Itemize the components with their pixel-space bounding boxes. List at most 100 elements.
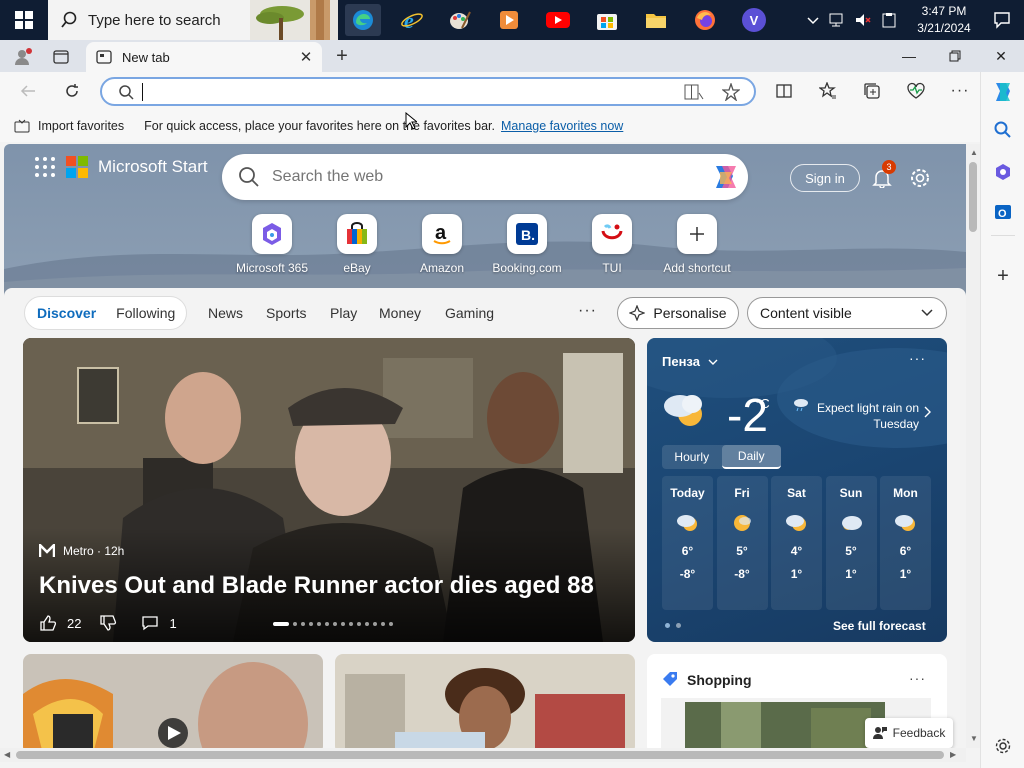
carousel-dot[interactable] bbox=[341, 622, 345, 626]
refresh-button[interactable] bbox=[58, 77, 86, 105]
nav-play[interactable]: Play bbox=[330, 305, 357, 321]
taskbar-file-explorer[interactable] bbox=[638, 4, 674, 36]
scroll-left-arrow-icon[interactable]: ◀ bbox=[4, 750, 10, 759]
shortcut-booking[interactable]: B. Booking.com bbox=[484, 214, 570, 275]
horizontal-scroll-thumb[interactable] bbox=[16, 751, 944, 759]
sidebar-add-button[interactable]: + bbox=[981, 256, 1024, 296]
personalise-button[interactable]: Personalise bbox=[617, 297, 739, 329]
content-visibility-select[interactable]: Content visible bbox=[747, 297, 947, 329]
taskbar-profile[interactable]: V bbox=[736, 4, 772, 36]
hero-news-card[interactable]: Metro · 12h Knives Out and Blade Runner … bbox=[23, 338, 635, 642]
weather-forecast-note[interactable]: Expect light rain on Tuesday bbox=[793, 400, 919, 432]
start-button[interactable] bbox=[0, 0, 48, 40]
tab-following[interactable]: Following bbox=[116, 305, 175, 321]
add-shortcut-button[interactable]: Add shortcut bbox=[654, 214, 740, 275]
carousel-dot[interactable] bbox=[389, 622, 393, 626]
weather-location[interactable]: Пенза bbox=[662, 354, 718, 369]
feedback-button[interactable]: Feedback bbox=[865, 718, 953, 748]
carousel-indicator[interactable] bbox=[273, 622, 393, 626]
volume-muted-icon[interactable] bbox=[854, 12, 872, 28]
weather-day-mon[interactable]: Mon 6° 1° bbox=[880, 476, 931, 610]
address-bar[interactable] bbox=[100, 77, 756, 106]
import-favorites-button[interactable]: Import favorites bbox=[14, 119, 124, 133]
taskbar-store[interactable] bbox=[589, 4, 625, 36]
vertical-scrollbar[interactable]: ▲ ▼ bbox=[966, 144, 980, 748]
app-launcher-icon[interactable] bbox=[34, 156, 56, 178]
sidebar-outlook-button[interactable]: O bbox=[981, 192, 1024, 232]
close-window-button[interactable]: ✕ bbox=[978, 40, 1024, 72]
taskbar-paint[interactable] bbox=[442, 4, 478, 36]
news-card-photo-2[interactable] bbox=[335, 654, 635, 748]
carousel-dot[interactable] bbox=[357, 622, 361, 626]
vertical-scroll-thumb[interactable] bbox=[969, 162, 977, 232]
sidebar-search-button[interactable] bbox=[981, 110, 1024, 150]
copilot-button[interactable] bbox=[981, 72, 1024, 112]
carousel-dot[interactable] bbox=[317, 622, 321, 626]
shortcut-tui[interactable]: TUI bbox=[569, 214, 655, 275]
sign-in-button[interactable]: Sign in bbox=[790, 164, 860, 192]
thumbs-up-icon[interactable] bbox=[39, 614, 57, 632]
microsoft-start-brand[interactable]: Microsoft Start bbox=[98, 157, 208, 177]
carousel-dot[interactable] bbox=[309, 622, 313, 626]
taskbar-edge[interactable] bbox=[345, 4, 381, 36]
web-search-box[interactable] bbox=[222, 154, 748, 200]
nav-gaming[interactable]: Gaming bbox=[445, 305, 494, 321]
clipboard-icon[interactable] bbox=[880, 12, 898, 28]
weather-day-fri[interactable]: Fri 5° -8° bbox=[716, 476, 768, 610]
nav-sports[interactable]: Sports bbox=[266, 305, 306, 321]
taskbar-youtube[interactable] bbox=[540, 4, 576, 36]
weather-pager[interactable] bbox=[665, 623, 681, 628]
hero-headline[interactable]: Knives Out and Blade Runner actor dies a… bbox=[39, 572, 619, 600]
taskbar-media-player[interactable] bbox=[491, 4, 527, 36]
add-favorite-star-icon[interactable] bbox=[722, 82, 740, 101]
favorites-button[interactable] bbox=[814, 77, 842, 105]
collections-button[interactable] bbox=[858, 77, 886, 105]
immersive-reader-icon[interactable] bbox=[684, 83, 704, 101]
horizontal-scrollbar[interactable]: ◀ ▶ bbox=[0, 748, 966, 762]
microsoft-logo-icon[interactable] bbox=[66, 156, 88, 178]
shopping-more-button[interactable]: ··· bbox=[909, 670, 926, 686]
restore-button[interactable] bbox=[932, 40, 978, 72]
split-screen-button[interactable] bbox=[770, 77, 798, 105]
carousel-dot[interactable] bbox=[293, 622, 297, 626]
weather-day-today[interactable]: Today 6° -8° bbox=[662, 476, 713, 610]
profile-button[interactable] bbox=[10, 44, 36, 70]
tab-close-button[interactable]: ✕ bbox=[294, 45, 318, 69]
settings-more-button[interactable]: ··· bbox=[946, 77, 974, 105]
notification-center-button[interactable] bbox=[980, 0, 1024, 40]
nav-more-button[interactable]: ··· bbox=[578, 302, 597, 320]
shortcut-microsoft-365[interactable]: Microsoft 365 bbox=[229, 214, 315, 275]
back-button[interactable] bbox=[14, 77, 42, 105]
shortcut-amazon[interactable]: a Amazon bbox=[399, 214, 485, 275]
carousel-dot[interactable] bbox=[381, 622, 385, 626]
weather-card[interactable]: Пенза ··· -2 °C Expect light rain on Tue… bbox=[647, 338, 947, 642]
sidebar-settings-button[interactable] bbox=[981, 726, 1024, 766]
taskbar-internet-explorer[interactable]: e bbox=[394, 4, 430, 36]
tab-actions-button[interactable] bbox=[50, 46, 72, 68]
scroll-up-arrow-icon[interactable]: ▲ bbox=[970, 148, 978, 157]
carousel-dot[interactable] bbox=[301, 622, 305, 626]
tab-hourly[interactable]: Hourly bbox=[662, 445, 722, 469]
comment-icon[interactable] bbox=[141, 614, 159, 632]
nav-news[interactable]: News bbox=[208, 305, 243, 321]
chevron-up-icon[interactable] bbox=[806, 13, 820, 27]
taskbar-clock[interactable]: 3:47 PM 3/21/2024 bbox=[912, 3, 976, 37]
scroll-right-arrow-icon[interactable]: ▶ bbox=[950, 750, 956, 759]
chevron-right-icon[interactable] bbox=[923, 406, 931, 418]
weather-more-button[interactable]: ··· bbox=[909, 350, 926, 366]
news-card-video[interactable] bbox=[23, 654, 323, 748]
carousel-dot[interactable] bbox=[325, 622, 329, 626]
sidebar-microsoft365-button[interactable] bbox=[981, 152, 1024, 192]
web-search-input[interactable] bbox=[272, 168, 692, 186]
carousel-dot[interactable] bbox=[349, 622, 353, 626]
carousel-dot[interactable] bbox=[365, 622, 369, 626]
minimize-button[interactable]: — bbox=[886, 40, 932, 72]
weather-day-sat[interactable]: Sat 4° 1° bbox=[771, 476, 822, 610]
tab-discover[interactable]: Discover bbox=[37, 305, 96, 321]
tab-daily[interactable]: Daily bbox=[721, 445, 781, 469]
weather-unit[interactable]: °C bbox=[755, 396, 770, 411]
see-full-forecast-link[interactable]: See full forecast bbox=[833, 619, 926, 633]
tab-new-tab[interactable]: New tab ✕ bbox=[86, 42, 322, 72]
network-icon[interactable] bbox=[828, 12, 846, 28]
new-tab-button[interactable]: + bbox=[330, 44, 354, 68]
